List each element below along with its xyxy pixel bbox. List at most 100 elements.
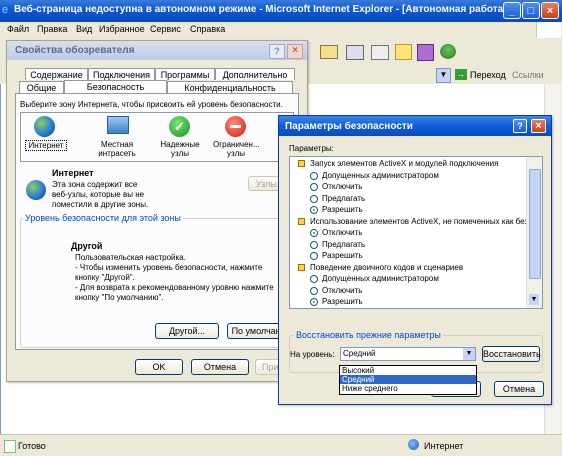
settings-scrollbar[interactable]: ▼ (526, 157, 542, 308)
zone-description: Эта зона содержит все веб-узлы, которые … (52, 180, 149, 209)
close-button[interactable]: × (541, 2, 559, 19)
setting-option[interactable]: Разрешить (290, 250, 526, 261)
zone-restricted[interactable]: Ограничен... узлы (213, 116, 260, 158)
status-zone: Интернет (424, 441, 464, 451)
setting-option[interactable]: Отключить (290, 181, 526, 192)
status-text: Готово (18, 441, 46, 451)
internet-options-dialog: Свойства обозревателя ? × Содержание Под… (6, 40, 308, 382)
settings-list: Запуск элементов ActiveX и модулей подкл… (289, 156, 543, 309)
tab-advanced[interactable]: Дополнительно (215, 68, 295, 80)
setting-option[interactable]: Разрешить (290, 296, 526, 307)
setting-label: Отключить (322, 285, 363, 295)
dropdown-option[interactable]: Ниже среднего (340, 384, 476, 393)
close-button[interactable]: × (531, 119, 546, 133)
setting-header: Запуск элементов ActiveX и модулей подкл… (290, 158, 526, 169)
tab-content[interactable]: Содержание (25, 68, 88, 80)
level-select[interactable]: Средний ▼ (340, 347, 476, 361)
messenger-icon[interactable] (440, 44, 456, 59)
help-button[interactable]: ? (269, 44, 285, 59)
level-title: Другой (71, 241, 103, 251)
radio-button[interactable] (310, 298, 318, 306)
setting-option[interactable]: Допущенных администратором (290, 170, 526, 181)
settings-items: Запуск элементов ActiveX и модулей подкл… (290, 157, 528, 308)
settings-icon (298, 263, 305, 271)
cancel-button[interactable]: Отмена (191, 359, 249, 375)
address-dropdown-button[interactable]: ▼ (436, 68, 451, 83)
windows-logo-icon (536, 22, 561, 38)
tab-general[interactable]: Общие (19, 81, 64, 93)
chevron-down-icon[interactable]: ▼ (463, 348, 475, 360)
dropdown-option[interactable]: Средний (340, 375, 476, 384)
level-description: Пользовательская настройка. - Чтобы изме… (75, 253, 274, 302)
zone-label: Ограничен... узлы (213, 140, 260, 158)
research-icon[interactable] (417, 44, 434, 61)
tab-programs[interactable]: Программы (155, 68, 215, 80)
custom-level-button[interactable]: Другой... (155, 323, 219, 339)
help-button[interactable]: ? (513, 119, 527, 133)
settings-icon (298, 160, 305, 167)
mail-icon[interactable] (320, 45, 338, 59)
setting-label: Поведение двоичного кодов и сценариев (310, 262, 464, 272)
discuss-icon[interactable] (395, 44, 412, 60)
menu-help[interactable]: Справка (190, 24, 225, 34)
tab-security[interactable]: Безопасность (64, 80, 167, 94)
radio-button[interactable] (310, 275, 318, 283)
edit-icon[interactable] (371, 45, 389, 60)
dropdown-option[interactable]: Высокий (340, 366, 476, 375)
setting-header: Поведение двоичного кодов и сценариев (290, 262, 526, 273)
menu-view[interactable]: Вид (76, 24, 92, 34)
links-label[interactable]: Ссылки (512, 70, 544, 80)
radio-button[interactable] (310, 240, 318, 249)
scroll-down-arrow-icon[interactable]: ▼ (529, 294, 539, 305)
internet-options-title: Свойства обозревателя (15, 45, 135, 56)
cancel-button[interactable]: Отмена (494, 381, 544, 397)
menu-favorites[interactable]: Избранное (99, 24, 145, 34)
restore-button[interactable]: Восстановить (482, 346, 541, 362)
radio-button[interactable] (310, 286, 318, 295)
radio-button[interactable] (310, 194, 318, 203)
close-button[interactable]: × (287, 44, 303, 59)
setting-option[interactable]: Разрешить (290, 204, 526, 215)
minimize-button[interactable]: _ (503, 2, 521, 19)
tab-privacy[interactable]: Конфиденциальность (167, 81, 293, 93)
radio-button[interactable] (310, 206, 318, 214)
setting-option[interactable]: Допущенных администратором (290, 273, 526, 284)
radio-button[interactable] (310, 183, 318, 191)
security-settings-title: Параметры безопасности (285, 121, 413, 132)
level-select-value: Средний (343, 349, 376, 358)
security-settings-title-bar: Параметры безопасности ? × (279, 116, 551, 136)
setting-option[interactable]: Отключить (290, 285, 526, 296)
zone-globe-icon (26, 180, 46, 200)
radio-button[interactable] (310, 171, 318, 180)
zone-name: Интернет (52, 168, 94, 178)
globe-icon (34, 116, 55, 137)
menu-tools[interactable]: Сервис (150, 24, 181, 34)
level-label: На уровень: (290, 350, 335, 359)
no-entry-icon (225, 116, 246, 137)
maximize-button[interactable]: □ (522, 2, 540, 19)
menu-edit[interactable]: Правка (37, 24, 67, 34)
ie-app-icon: e (2, 4, 9, 16)
setting-option[interactable]: Отключить (290, 227, 526, 238)
ie-title-bar: e Веб-страница недоступна в автономном р… (0, 0, 562, 22)
setting-option[interactable]: Предлагать (290, 239, 526, 250)
zone-label: Местная интрасеть (98, 140, 136, 158)
scroll-thumb[interactable] (529, 169, 541, 279)
zone-internet[interactable]: Интернет (25, 116, 67, 158)
zone-intranet[interactable]: Местная интрасеть (93, 116, 141, 158)
zones-list: Интернет Местная интрасеть ✓ Надежные уз… (20, 112, 294, 162)
zone-trusted[interactable]: ✓ Надежные узлы (159, 116, 201, 158)
ok-button[interactable]: OK (135, 359, 183, 375)
setting-label: Разрешить (322, 297, 363, 306)
print-icon[interactable] (346, 45, 364, 60)
ie-menubar: Файл Правка Вид Избранное Сервис Справка (0, 22, 562, 39)
menu-file[interactable]: Файл (7, 24, 29, 34)
radio-button[interactable] (310, 252, 318, 260)
tab-connections[interactable]: Подключения (88, 68, 155, 80)
go-button[interactable]: Переход (470, 70, 506, 80)
setting-label: Допущенных администратором (322, 274, 439, 283)
security-level-legend: Уровень безопасности для этой зоны (23, 213, 183, 223)
radio-button[interactable] (310, 229, 318, 237)
go-arrow-icon[interactable]: → (455, 69, 467, 80)
setting-option[interactable]: Предлагать (290, 193, 526, 204)
